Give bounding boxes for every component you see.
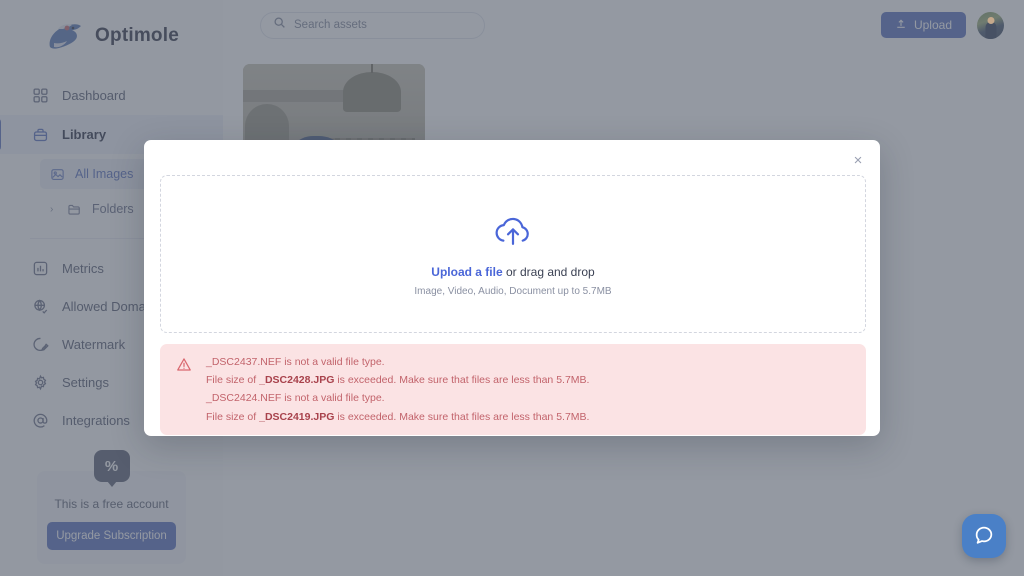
error-post: is not a valid file type.	[281, 356, 385, 368]
help-beacon-button[interactable]	[962, 514, 1006, 558]
error-filename: _DSC2419.JPG	[259, 410, 335, 423]
dropzone-rest-text: or drag and drop	[502, 265, 595, 279]
cloud-upload-icon	[491, 211, 535, 251]
chat-bubble-icon	[973, 524, 995, 549]
close-icon[interactable]: ×	[849, 151, 867, 169]
error-post: is not a valid file type.	[281, 392, 385, 405]
error-pre: File size of	[206, 410, 260, 423]
error-line: _DSC2424.NEF is not a valid file type.	[206, 391, 589, 405]
dropzone-hint: Image, Video, Audio, Document up to 5.7M…	[414, 286, 612, 297]
error-pre: File size of	[206, 374, 260, 387]
dropzone-primary-text: Upload a file or drag and drop	[431, 265, 594, 279]
error-filename: _DSC2428.JPG	[259, 374, 335, 387]
error-line: _DSC2437.NEF is not a valid file type.	[206, 355, 589, 369]
error-line: File size of _DSC2428.JPG is exceeded. M…	[206, 373, 589, 387]
error-line-list: _DSC2437.NEF is not a valid file type. F…	[206, 355, 589, 424]
upload-a-file-link[interactable]: Upload a file	[431, 265, 502, 279]
file-dropzone[interactable]: Upload a file or drag and drop Image, Vi…	[160, 175, 866, 333]
app-root: Optimole Dashboard	[0, 0, 1024, 576]
warning-triangle-icon	[176, 357, 192, 373]
error-post: is exceeded. Make sure that files are le…	[334, 410, 590, 423]
error-post: is exceeded. Make sure that files are le…	[334, 374, 590, 387]
error-pre: _DSC2437.NEF	[206, 356, 282, 368]
upload-modal: × Upload a file or drag and drop Image, …	[144, 140, 880, 436]
error-pre: _DSC2424.NEF	[206, 392, 282, 405]
error-line: File size of _DSC2419.JPG is exceeded. M…	[206, 410, 589, 424]
error-message-box: _DSC2437.NEF is not a valid file type. F…	[160, 344, 866, 435]
